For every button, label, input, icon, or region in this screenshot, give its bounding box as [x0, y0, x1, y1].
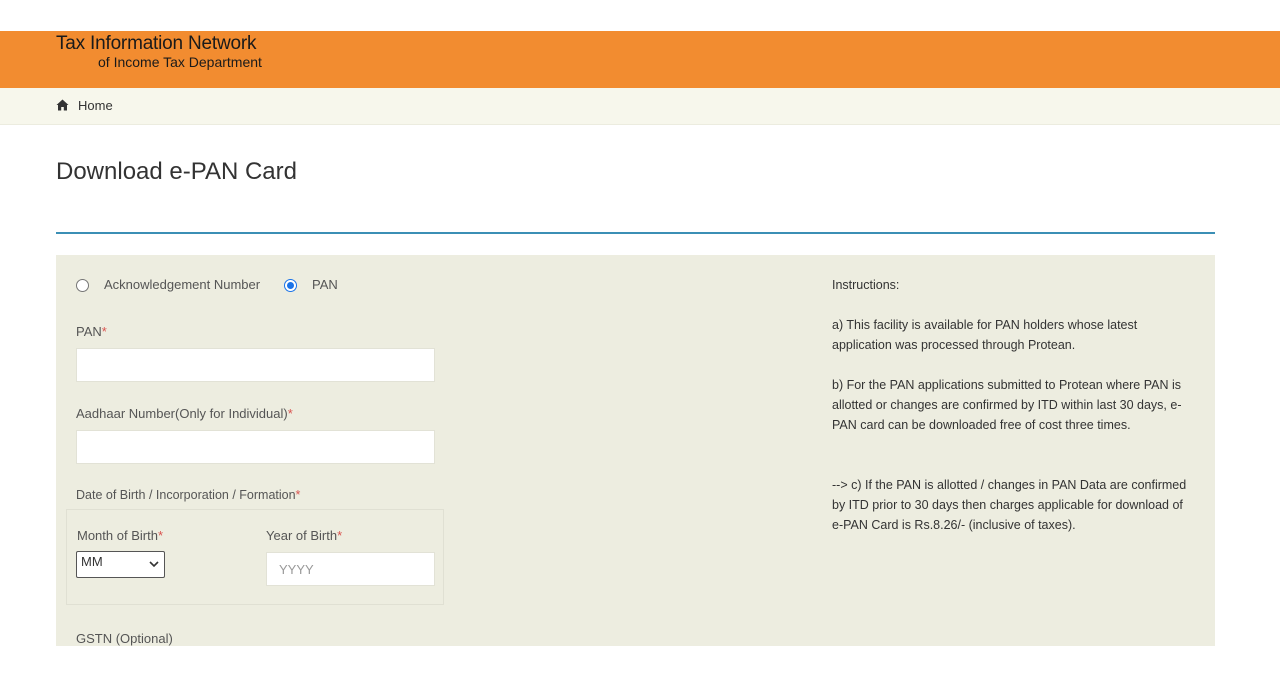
- instruction-item: a) This facility is available for PAN ho…: [832, 318, 1138, 352]
- dob-label: Date of Birth / Incorporation / Formatio…: [76, 488, 301, 502]
- radio-pan[interactable]: [284, 279, 297, 292]
- aadhaar-label: Aadhaar Number(Only for Individual)*: [76, 406, 293, 421]
- aadhaar-input[interactable]: [76, 430, 435, 464]
- pan-input[interactable]: [76, 348, 435, 382]
- year-label: Year of Birth*: [266, 528, 343, 543]
- pan-label: PAN*: [76, 324, 107, 339]
- required-marker: *: [337, 528, 343, 543]
- radio-label-acknowledgement[interactable]: Acknowledgement Number: [104, 277, 260, 292]
- month-label: Month of Birth*: [77, 528, 163, 543]
- site-subtitle[interactable]: of Income Tax Department: [98, 54, 262, 70]
- breadcrumb-home-link[interactable]: Home: [78, 98, 113, 113]
- radio-label-pan[interactable]: PAN: [312, 277, 338, 292]
- month-select-value: MM: [81, 554, 103, 569]
- required-marker: *: [157, 528, 163, 543]
- instruction-item: b) For the PAN applications submitted to…: [832, 378, 1182, 432]
- instructions-heading: Instructions:: [832, 278, 900, 292]
- gstn-label: GSTN (Optional): [76, 631, 173, 646]
- site-title[interactable]: Tax Information Network: [56, 33, 256, 55]
- instruction-item: --> c) If the PAN is allotted / changes …: [832, 478, 1187, 532]
- site-header: Tax Information Network of Income Tax De…: [0, 31, 1280, 88]
- month-select[interactable]: MM: [76, 551, 165, 578]
- title-divider: [56, 232, 1215, 234]
- required-marker: *: [295, 488, 301, 502]
- required-marker: *: [287, 406, 293, 421]
- year-input[interactable]: [266, 552, 435, 586]
- radio-acknowledgement-number[interactable]: [76, 279, 89, 292]
- page-title: Download e-PAN Card: [56, 158, 297, 185]
- home-icon[interactable]: [56, 99, 69, 111]
- chevron-down-icon: [149, 561, 159, 568]
- form-panel: Acknowledgement Number PAN PAN* Aadhaar …: [56, 255, 1215, 646]
- breadcrumb: Home: [0, 88, 1280, 125]
- required-marker: *: [101, 324, 107, 339]
